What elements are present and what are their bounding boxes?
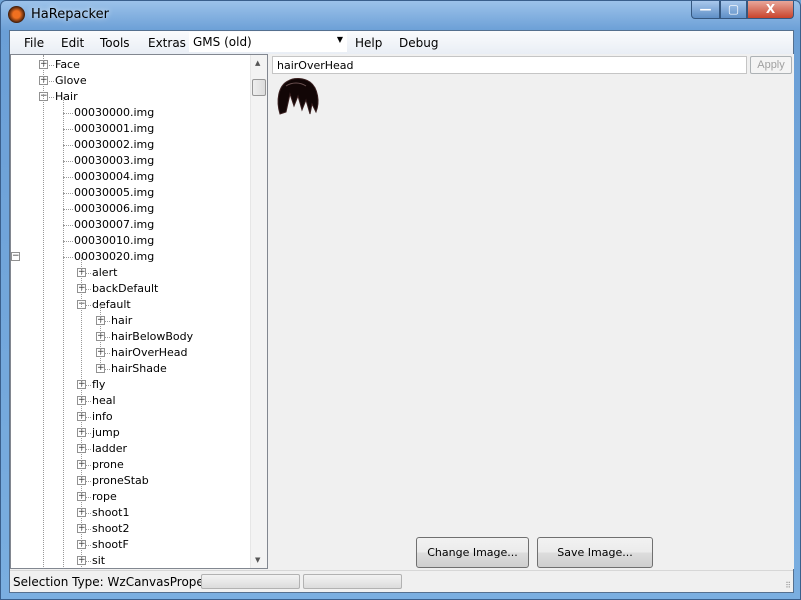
tree-guide-line (81, 257, 82, 568)
change-image-button[interactable]: Change Image... (416, 537, 529, 568)
tree-node[interactable]: Hair (55, 89, 78, 105)
app-icon (8, 6, 25, 23)
tree-node[interactable]: 00030001.img (74, 121, 154, 137)
tree-connector (63, 145, 73, 146)
window-title: HaRepacker (31, 7, 109, 22)
tree-guide-line (100, 305, 101, 365)
tree-node[interactable]: 00030004.img (74, 169, 154, 185)
status-bar: Selection Type: WzCanvasProperty ⠿ (10, 570, 793, 592)
tree-node[interactable]: 00030006.img (74, 201, 154, 217)
tree-connector (63, 177, 73, 178)
title-bar[interactable]: HaRepacker — ▢ X (1, 1, 800, 29)
apply-button[interactable]: Apply (750, 56, 792, 74)
property-panel: Apply Change Image... Save Image... (270, 54, 794, 569)
menu-tools[interactable]: Tools (100, 36, 130, 50)
menu-debug[interactable]: Debug (399, 36, 438, 50)
minimize-button[interactable]: — (691, 1, 720, 19)
close-button[interactable]: X (747, 1, 794, 19)
tree-node[interactable]: 00030000.img (74, 105, 154, 121)
tree-node[interactable]: 00030007.img (74, 217, 154, 233)
tree-node[interactable]: prone (92, 457, 124, 473)
region-value: GMS (old) (193, 35, 252, 49)
tree-connector (63, 225, 73, 226)
tree-node[interactable]: backDefault (92, 281, 158, 297)
menu-file[interactable]: File (24, 36, 44, 50)
chevron-down-icon: ▼ (336, 35, 343, 44)
client-area: File Edit Tools Extras GMS (old) ▼ Help D… (9, 30, 794, 593)
scroll-thumb[interactable] (252, 79, 266, 96)
tree-node[interactable]: Face (55, 57, 80, 73)
tree-node[interactable]: Glove (55, 73, 87, 89)
tree-node[interactable]: hairOverHead (111, 345, 188, 361)
tree-node[interactable]: fly (92, 377, 105, 393)
tree-node[interactable]: 00030003.img (74, 153, 154, 169)
scroll-down-icon[interactable]: ▼ (255, 556, 260, 564)
tree-node[interactable]: 00030020.img (74, 249, 154, 265)
tree-connector (63, 161, 73, 162)
canvas-image-preview (277, 78, 319, 115)
tree-node[interactable]: heal (92, 393, 116, 409)
tree-connector (63, 113, 73, 114)
tree-node[interactable]: ladder (92, 441, 127, 457)
progress-bar-2 (303, 574, 402, 589)
expand-icon[interactable]: + (96, 364, 105, 373)
tree-node[interactable]: 00030005.img (74, 185, 154, 201)
menu-extras[interactable]: Extras (148, 36, 186, 50)
resize-grip-icon[interactable]: ⠿ (785, 581, 791, 590)
menu-bar: File Edit Tools Extras GMS (old) ▼ Help D… (10, 31, 793, 54)
region-select[interactable]: GMS (old) ▼ (189, 32, 347, 52)
selection-type-label: Selection Type: WzCanvasProperty (13, 575, 221, 589)
tree-node[interactable]: jump (92, 425, 120, 441)
menu-help[interactable]: Help (355, 36, 382, 50)
collapse-icon[interactable]: − (11, 252, 20, 261)
wz-tree[interactable]: Face + Glove + Hair −00030000.img 00030001.img… (10, 54, 268, 569)
tree-node[interactable]: rope (92, 489, 117, 505)
maximize-button[interactable]: ▢ (720, 1, 747, 19)
tree-node[interactable]: 00030002.img (74, 137, 154, 153)
menu-edit[interactable]: Edit (61, 36, 84, 50)
tree-node[interactable]: hair (111, 313, 132, 329)
tree-node[interactable]: shootF (92, 537, 129, 553)
tree-connector (63, 209, 73, 210)
tree-connector (63, 257, 73, 258)
tree-node[interactable]: shoot2 (92, 521, 129, 537)
save-image-button[interactable]: Save Image... (537, 537, 653, 568)
tree-node[interactable]: sit (92, 553, 105, 568)
tree-guide-line (43, 55, 44, 568)
tree-guide-line (63, 97, 64, 568)
app-window: HaRepacker — ▢ X File Edit Tools Extras … (0, 0, 801, 600)
tree-node[interactable]: hairShade (111, 361, 167, 377)
tree-connector (63, 241, 73, 242)
tree-node[interactable]: proneStab (92, 473, 149, 489)
progress-bar-1 (201, 574, 300, 589)
scroll-up-icon[interactable]: ▲ (255, 59, 260, 67)
tree-node[interactable]: shoot1 (92, 505, 129, 521)
tree-scrollbar[interactable]: ▲ ▼ (250, 55, 267, 568)
tree-node[interactable]: alert (92, 265, 117, 281)
name-input[interactable] (272, 56, 747, 74)
tree-node[interactable]: hairBelowBody (111, 329, 193, 345)
tree-node[interactable]: info (92, 409, 113, 425)
tree-connector (63, 129, 73, 130)
tree-connector (63, 193, 73, 194)
tree-node[interactable]: 00030010.img (74, 233, 154, 249)
tree-node[interactable]: default (92, 297, 131, 313)
